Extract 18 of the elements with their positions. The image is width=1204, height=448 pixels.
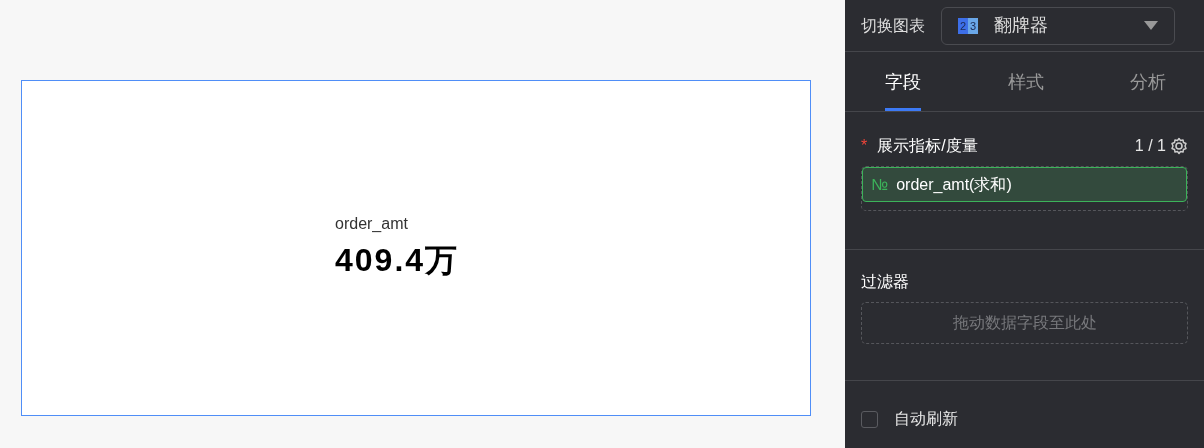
section-title: 展示指标/度量 — [877, 136, 978, 156]
measure-count: 1 / 1 — [1134, 136, 1166, 156]
measure-field-chip[interactable]: № order_amt(求和) — [862, 167, 1187, 202]
caret-icon — [1144, 21, 1158, 30]
required-mark: * — [861, 136, 868, 156]
panel-tab[interactable]: 分析 — [1130, 52, 1166, 111]
chart-type-select[interactable]: 2 3 翻牌器 — [941, 6, 1175, 45]
metric-value: 409.4万 — [335, 241, 461, 280]
panel-tab[interactable]: 样式 — [1007, 52, 1044, 111]
section-title: 过滤器 — [861, 272, 910, 292]
auto-refresh-label: 自动刷新 — [894, 409, 958, 429]
chart-switch-label: 切换图表 — [861, 15, 925, 36]
metric-label: order_amt — [335, 214, 409, 234]
chart-card[interactable]: order_amt 409.4万 — [21, 80, 811, 416]
settings-icon[interactable] — [1170, 137, 1188, 155]
checkbox[interactable] — [861, 410, 878, 428]
panel-tab[interactable]: 字段 — [885, 52, 921, 111]
numeric-type-icon: № — [871, 172, 889, 197]
